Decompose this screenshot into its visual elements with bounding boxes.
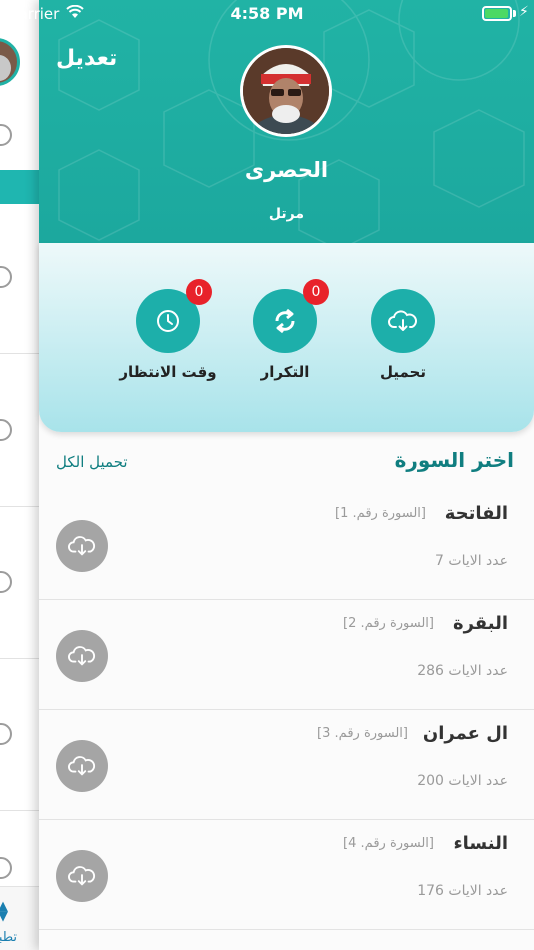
ayat-count: عدد الايات 176 (417, 883, 508, 899)
edit-button[interactable]: تعديل (56, 46, 117, 71)
radio-icon[interactable] (0, 723, 12, 745)
download-surah-button[interactable] (56, 630, 108, 682)
repeat-button[interactable]: 0 (253, 279, 329, 353)
download-action[interactable]: تحميل (343, 289, 463, 381)
surah-name: الفاتحة (444, 503, 508, 524)
status-bar: Carrier 4:58 PM ⚡ (0, 0, 534, 28)
radio-icon[interactable] (0, 857, 12, 879)
tab-label[interactable]: تطبي (0, 930, 17, 945)
charging-icon: ⚡ (519, 4, 529, 20)
reciter-name: الحصرى (244, 158, 329, 182)
cloud-download-icon (68, 756, 96, 776)
cloud-download-icon (68, 646, 96, 666)
radio-icon[interactable] (0, 419, 12, 441)
surah-number: [السورة رقم. 1] (335, 506, 426, 521)
reciter-panel: تعديل الحصرى مرتل تحميل 0 التكرار 0 وقت … (39, 0, 534, 950)
download-surah-button[interactable] (56, 850, 108, 902)
download-surah-button[interactable] (56, 740, 108, 792)
surah-number: [السورة رقم. 3] (317, 726, 408, 741)
download-all-button[interactable]: تحميل الكل (56, 453, 128, 471)
cloud-download-icon (388, 310, 417, 331)
surah-name: النساء (453, 833, 508, 854)
surah-row[interactable]: البقرة [السورة رقم. 2] عدد الايات 286 (39, 600, 534, 710)
repeat-badge: 0 (303, 279, 329, 305)
ayat-count: عدد الايات 7 (435, 553, 508, 569)
surah-list-header: اختر السورة تحميل الكل (39, 446, 534, 486)
clock-icon (157, 310, 179, 332)
underlying-list: ▲▼ تطبي (0, 0, 40, 950)
actions-card: تحميل 0 التكرار 0 وقت الانتظار (39, 243, 534, 432)
wait-time-action[interactable]: 0 وقت الانتظار (108, 279, 228, 381)
repeat-action[interactable]: 0 التكرار (225, 279, 345, 381)
surah-row[interactable]: النساء [السورة رقم. 4] عدد الايات 176 (39, 820, 534, 930)
surah-number: [السورة رقم. 4] (343, 836, 434, 851)
reciter-style: مرتل (268, 206, 305, 222)
surah-row[interactable]: الفاتحة [السورة رقم. 1] عدد الايات 7 (39, 490, 534, 600)
wait-time-label: وقت الانتظار (119, 363, 217, 381)
reciter-header: تعديل الحصرى مرتل (39, 0, 534, 243)
repeat-label: التكرار (260, 363, 310, 381)
portrait-image (243, 48, 329, 134)
surah-row[interactable]: ال عمران [السورة رقم. 3] عدد الايات 200 (39, 710, 534, 820)
battery-icon (482, 6, 512, 21)
wait-time-badge: 0 (186, 279, 212, 305)
download-surah-button[interactable] (56, 520, 108, 572)
radio-icon[interactable] (0, 571, 12, 593)
repeat-icon (275, 308, 295, 334)
surah-list-title: اختر السورة (394, 448, 514, 472)
reciter-avatar[interactable] (240, 45, 332, 137)
selected-row[interactable] (0, 170, 39, 204)
sort-arrows-icon[interactable]: ▲▼ (0, 900, 8, 923)
surah-number: [السورة رقم. 2] (343, 616, 434, 631)
surah-name: ال عمران (422, 723, 508, 744)
surah-name: البقرة (452, 613, 508, 634)
download-label: تحميل (379, 363, 426, 381)
reciter-photo (243, 48, 329, 134)
cloud-download-icon (68, 536, 96, 556)
wait-time-button[interactable]: 0 (136, 279, 212, 353)
app-screen: ▲▼ تطبي Carrier 4:58 PM ⚡ (0, 0, 534, 950)
ayat-count: عدد الايات 200 (417, 773, 508, 789)
ayat-count: عدد الايات 286 (417, 663, 508, 679)
clock: 4:58 PM (230, 4, 304, 23)
download-button[interactable] (371, 289, 435, 353)
cloud-download-icon (68, 866, 96, 886)
radio-icon[interactable] (0, 266, 12, 288)
